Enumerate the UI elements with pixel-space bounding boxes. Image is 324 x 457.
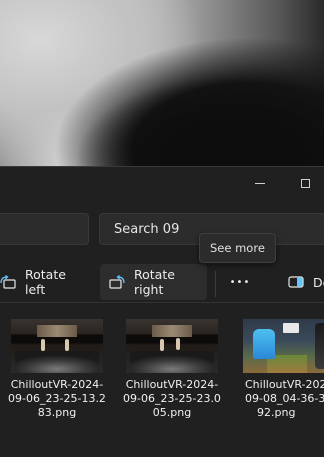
wallpaper-shade — [0, 0, 324, 166]
command-bar: Rotate left Rotate right ••• De — [0, 262, 324, 303]
address-bar[interactable] — [0, 213, 89, 245]
see-more-tooltip: See more — [199, 233, 276, 263]
file-thumbnail — [126, 319, 218, 373]
file-name-line: 92.png — [257, 406, 296, 419]
rotate-right-icon — [109, 274, 125, 289]
rotate-right-label: Rotate right — [134, 267, 175, 297]
thumbnail-character — [315, 323, 324, 369]
minimize-icon — [255, 182, 265, 184]
see-more-button[interactable]: ••• — [224, 264, 256, 300]
file-name-line: 09-08_04-36-32 — [245, 392, 324, 405]
thumbnail-floor — [130, 351, 214, 373]
file-name-line: 05.png — [152, 406, 192, 419]
thumbnail-floor — [15, 351, 99, 373]
minimize-button[interactable] — [237, 167, 283, 199]
details-pane-button[interactable]: De — [288, 264, 324, 300]
file-name-line: ChilloutVR-2024- — [10, 378, 104, 391]
file-thumbnail — [243, 319, 324, 373]
thumbnail-figure — [65, 339, 69, 351]
thumbnail-panel — [283, 323, 299, 333]
tooltip-text: See more — [210, 241, 265, 255]
maximize-icon — [300, 178, 310, 188]
rotate-right-button[interactable]: Rotate right — [100, 264, 207, 300]
title-bar — [0, 167, 324, 199]
rotate-left-button[interactable]: Rotate left — [0, 264, 90, 300]
file-name-line: 09-06_23-25-13.2 — [8, 392, 106, 405]
rotate-left-label: Rotate left — [25, 267, 66, 297]
file-item[interactable]: ChilloutVR-202 09-08_04-36-32 92.png — [231, 319, 324, 420]
file-name-line: ChilloutVR-202 — [245, 378, 324, 391]
thumbnail-figure — [176, 338, 180, 350]
file-name: ChilloutVR-202 09-08_04-36-32 92.png — [231, 378, 324, 420]
file-item[interactable]: ChilloutVR-2024- 09-06_23-25-13.2 83.png — [0, 319, 114, 420]
thumbnail-wall — [37, 325, 77, 337]
file-thumbnail — [11, 319, 103, 373]
file-name-line: 83.png — [37, 406, 77, 419]
maximize-button[interactable] — [282, 167, 324, 199]
rotate-left-icon — [0, 274, 16, 289]
file-name: ChilloutVR-2024- 09-06_23-25-13.2 83.png — [0, 378, 114, 420]
details-pane-icon — [288, 276, 304, 288]
file-grid: ChilloutVR-2024- 09-06_23-25-13.2 83.png… — [0, 319, 324, 439]
thumbnail-avatar — [253, 329, 275, 359]
command-separator — [215, 271, 216, 297]
thumbnail-figure — [41, 339, 45, 351]
desktop-wallpaper — [0, 0, 324, 166]
more-icon: ••• — [229, 276, 251, 288]
file-explorer-window: Search 09 See more Rotate left Rotate ri… — [0, 166, 324, 457]
file-item[interactable]: ChilloutVR-2024- 09-06_23-25-23.0 05.png — [115, 319, 229, 420]
file-name-line: ChilloutVR-2024- — [125, 378, 219, 391]
file-name: ChilloutVR-2024- 09-06_23-25-23.0 05.png — [115, 378, 229, 420]
thumbnail-wall — [152, 325, 192, 337]
thumbnail-figure — [160, 339, 164, 351]
details-label: De — [313, 274, 324, 290]
search-placeholder: Search 09 — [114, 221, 180, 237]
file-name-line: 09-06_23-25-23.0 — [123, 392, 221, 405]
